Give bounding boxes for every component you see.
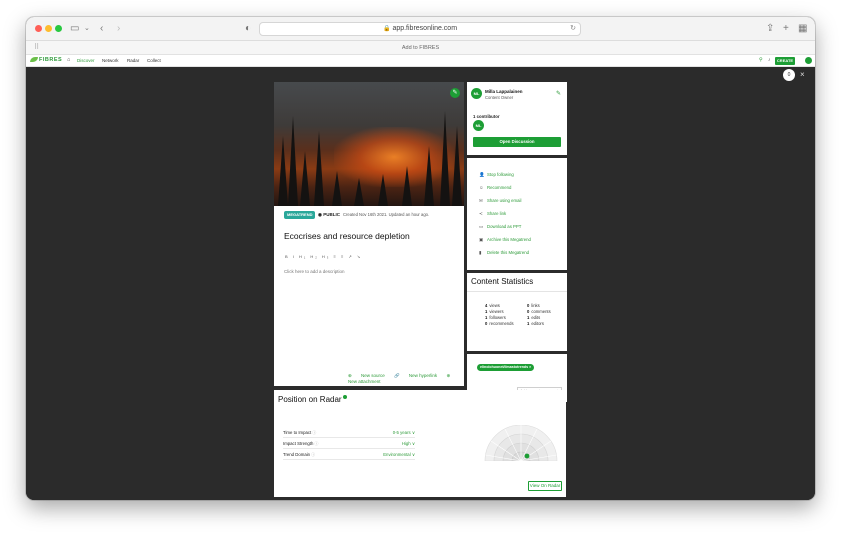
megatrend-tag: MEGATREND xyxy=(284,211,316,219)
home-icon[interactable]: ⌂ xyxy=(67,57,70,63)
lock-icon: 🔒 xyxy=(382,26,391,32)
app-navbar: FIBRES ⌂ Discover Network Radar Collect … xyxy=(26,55,815,67)
tab-title[interactable]: Add to FIBRES xyxy=(26,41,815,55)
nav-network[interactable]: Network xyxy=(102,58,119,63)
notification-badge[interactable]: 0 xyxy=(783,69,795,81)
time-to-impact-select[interactable]: 0-5 years ∨ xyxy=(393,428,415,438)
trash-icon: ▮ xyxy=(479,250,482,255)
new-tab-icon[interactable]: + xyxy=(783,22,789,36)
info-icon: ⓘ xyxy=(312,430,317,435)
hero-image: ✎ xyxy=(274,82,464,206)
maximize-window-button[interactable] xyxy=(55,25,62,32)
url-text: app.fibresonline.com xyxy=(392,25,458,32)
recommend-action[interactable]: ☺ Recommend xyxy=(479,185,511,190)
page-title[interactable]: Ecocrises and resource depletion xyxy=(284,231,410,241)
format-toolbar[interactable]: B I H₁ H₂ H₃ ≡ ≡ ↗ ↘ xyxy=(285,254,362,259)
browser-window: ▭ ⌄ ‹ › ◐ 🔒 app.fibresonline.com ↻ ⇪ + ▦ … xyxy=(26,17,815,500)
back-icon[interactable]: ‹ xyxy=(100,22,103,36)
open-discussion-button[interactable]: Open Discussion xyxy=(473,137,561,147)
minimize-window-button[interactable] xyxy=(45,25,52,32)
stats-title: Content Statistics xyxy=(471,277,534,286)
search-icon[interactable]: ⚲ xyxy=(759,57,763,63)
time-to-impact-row[interactable]: Time to Impactⓘ 0-5 years ∨ xyxy=(283,428,415,438)
radar-card: Position on Radar Time to Impactⓘ 0-5 yea… xyxy=(274,390,566,497)
edit-image-button[interactable]: ✎ xyxy=(450,88,460,98)
impact-strength-select[interactable]: High ∨ xyxy=(402,439,415,449)
stat-followers: 1 followers xyxy=(485,315,506,320)
email-icon: ✉ xyxy=(479,198,483,203)
stop-following-action[interactable]: 👤 Stop following xyxy=(479,172,514,178)
user-icon: 👤 xyxy=(479,172,485,177)
download-icon: ▭ xyxy=(479,224,484,229)
radar-title: Position on Radar xyxy=(278,395,347,404)
contributor-avatar[interactable]: ML xyxy=(473,120,484,131)
nav-collect[interactable]: Collect xyxy=(147,58,161,63)
contributor-count: 1 contributor xyxy=(473,114,500,119)
download-ppt-action[interactable]: ▭ Download as PPT xyxy=(479,224,521,230)
tab-overview-icon[interactable]: ▦ xyxy=(798,22,807,36)
leaf-icon xyxy=(30,57,38,62)
nav-discover[interactable]: Discover xyxy=(77,58,95,63)
delete-action[interactable]: ▮ Delete this Megatrend xyxy=(479,250,529,256)
tag-chip[interactable]: elinolohuonet/ilmastotrends × xyxy=(477,364,535,371)
nav-radar[interactable]: Radar xyxy=(127,58,139,63)
recommend-icon: ☺ xyxy=(479,185,484,190)
stat-links: 0 links xyxy=(527,303,540,308)
shield-icon: ◐ xyxy=(245,23,252,34)
owner-avatar[interactable]: ML xyxy=(471,88,482,99)
status-dot-icon xyxy=(342,395,347,399)
add-content-row: ⊕ New source 🔗 New hyperlink ⊕ New attac… xyxy=(340,373,464,384)
user-avatar[interactable] xyxy=(805,57,812,64)
share-link-action[interactable]: ≺ Share link xyxy=(479,211,506,217)
stat-viewers: 1 viewers xyxy=(485,309,504,314)
browser-toolbar: ▭ ⌄ ‹ › ◐ 🔒 app.fibresonline.com ↻ ⇪ + ▦ xyxy=(26,17,815,41)
owner-name[interactable]: Milla Lappalainen xyxy=(485,89,523,94)
owner-role: Content Owner xyxy=(485,95,514,100)
description-input[interactable]: Click here to add a description xyxy=(284,269,345,274)
stats-card: Content Statistics 4 views 1 viewers 1 foll… xyxy=(467,273,567,351)
created-timestamp: Created Nov 16th 2021. Updated an hour a… xyxy=(343,212,430,217)
share-icon: ≺ xyxy=(479,211,483,216)
sidebar-toggle-icon[interactable]: ▭ xyxy=(70,22,79,36)
stat-editors: 1 editors xyxy=(527,321,544,326)
archive-action[interactable]: ▣ Archive this Megatrend xyxy=(479,237,531,243)
reload-icon[interactable]: ↻ xyxy=(570,23,576,35)
bell-icon[interactable]: ♪ xyxy=(768,57,771,63)
close-icon[interactable]: × xyxy=(800,70,805,79)
share-icon[interactable]: ⇪ xyxy=(766,22,774,36)
archive-icon: ▣ xyxy=(479,237,484,242)
info-icon: ⓘ xyxy=(314,441,319,446)
actions-card: 👤 Stop following ☺ Recommend ✉ Share using … xyxy=(467,158,567,270)
create-button[interactable]: CREATE xyxy=(775,57,795,65)
fibres-logo[interactable]: FIBRES xyxy=(30,57,62,63)
info-icon: ⓘ xyxy=(311,452,316,457)
pencil-icon: ✎ xyxy=(452,90,458,96)
close-window-button[interactable] xyxy=(35,25,42,32)
radar-preview[interactable] xyxy=(483,425,559,461)
url-bar[interactable]: 🔒 app.fibresonline.com ↻ xyxy=(259,22,581,36)
visibility-status[interactable]: ◉ PUBLIC xyxy=(318,212,340,218)
chevron-down-icon[interactable]: ⌄ xyxy=(84,22,90,36)
megatrend-card: ✎ MEGATREND ◉ PUBLIC Created Nov 16th 20… xyxy=(274,82,464,386)
stat-comments: 0 comments xyxy=(527,309,551,314)
stat-recommends: 0 recommends xyxy=(485,321,514,326)
pencil-icon[interactable]: ✎ xyxy=(556,90,561,97)
stat-views: 4 views xyxy=(485,303,500,308)
trend-domain-select[interactable]: Environmental ∨ xyxy=(383,450,415,460)
new-source-link[interactable]: ⊕ New source xyxy=(348,373,385,378)
trend-domain-row[interactable]: Trend Domainⓘ Environmental ∨ xyxy=(283,450,415,460)
stat-edits: 1 edits xyxy=(527,315,541,320)
eye-icon: ◉ xyxy=(318,212,322,217)
trend-position-marker[interactable] xyxy=(524,453,530,459)
forward-icon[interactable]: › xyxy=(117,22,120,36)
impact-strength-row[interactable]: Impact Strengthⓘ High ∨ xyxy=(283,439,415,449)
new-hyperlink-link[interactable]: 🔗 New hyperlink xyxy=(394,373,437,378)
share-email-action[interactable]: ✉ Share using email xyxy=(479,198,521,204)
owner-card: ML Milla Lappalainen Content Owner ✎ 1 c… xyxy=(467,82,567,155)
view-on-radar-button[interactable]: View On Radar xyxy=(528,481,562,491)
tab-bar: ⠿ Add to FIBRES xyxy=(26,41,815,55)
